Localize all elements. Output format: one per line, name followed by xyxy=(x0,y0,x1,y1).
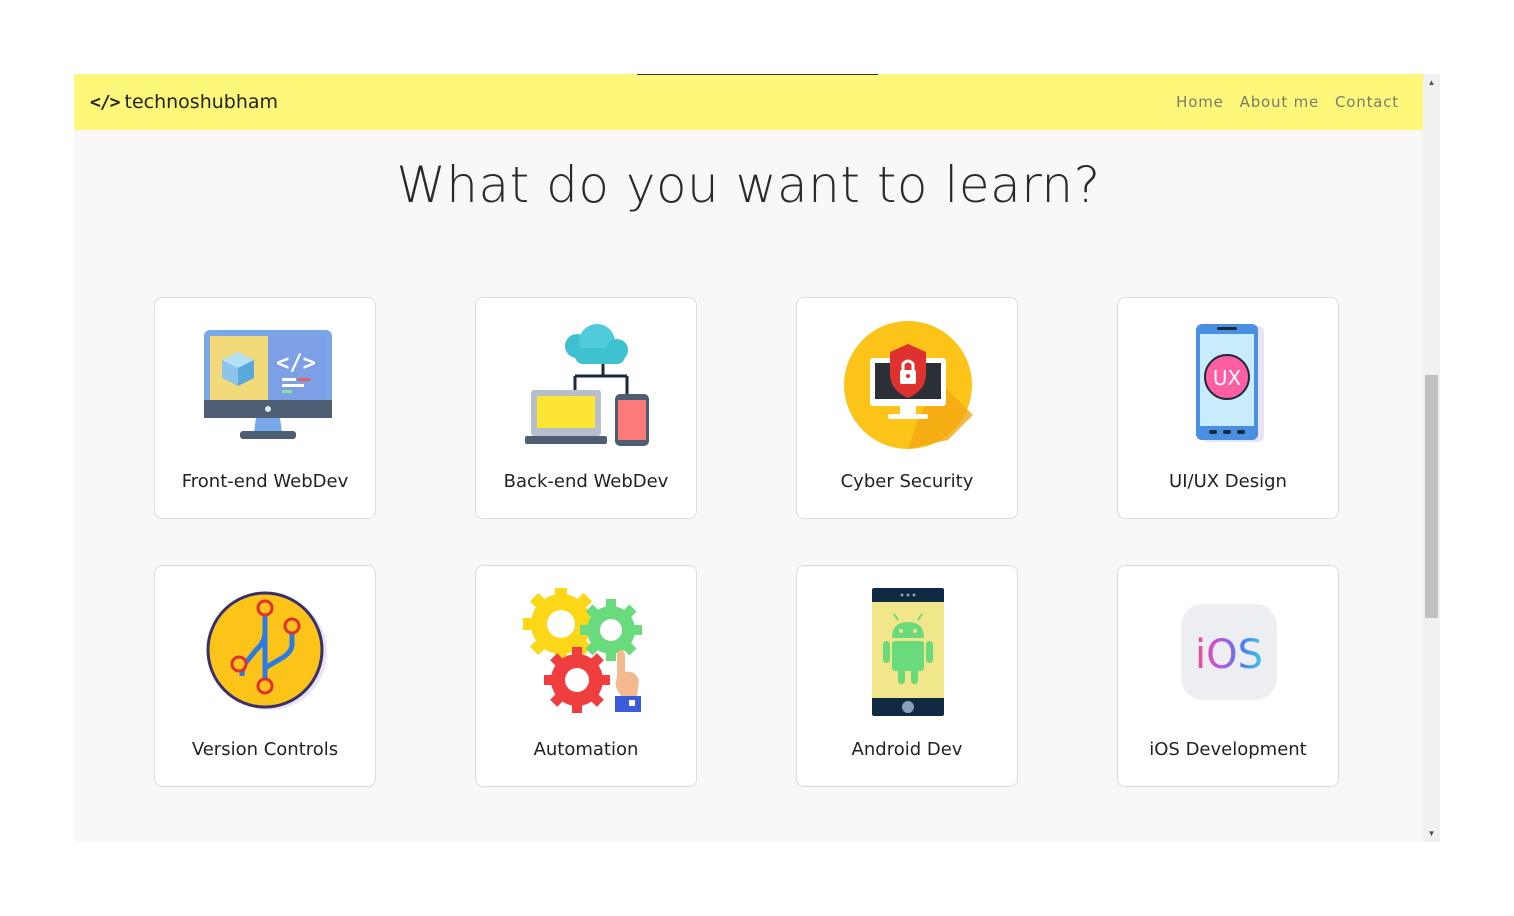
monitor-code-icon: </> xyxy=(204,330,332,439)
ios-icon: iOS xyxy=(1181,604,1277,700)
card-back-end-webdev[interactable]: Back-end WebDev xyxy=(475,297,697,519)
card-label: Android Dev xyxy=(851,739,963,760)
gears-icon xyxy=(523,588,642,713)
navbar: </> technoshubham Home About me Contact xyxy=(74,74,1423,130)
security-lock-icon xyxy=(844,321,973,449)
nav-about-me[interactable]: About me xyxy=(1240,93,1319,111)
git-branch-icon xyxy=(206,591,327,710)
cloud-devices-icon xyxy=(525,324,649,446)
card-cyber-security[interactable]: Cyber Security xyxy=(796,297,1018,519)
nav-home[interactable]: Home xyxy=(1176,93,1224,111)
code-icon: </> xyxy=(90,91,120,113)
page-heading: What do you want to learn? xyxy=(396,156,1101,214)
ios-icon-text: iOS xyxy=(1195,632,1263,678)
phone-ux-icon: UX xyxy=(1196,324,1264,442)
card-android-dev[interactable]: Android Dev xyxy=(796,565,1018,787)
nav-contact[interactable]: Contact xyxy=(1335,93,1399,111)
card-automation[interactable]: Automation xyxy=(475,565,697,787)
brand-link[interactable]: </> technoshubham xyxy=(90,91,278,113)
brand-name: technoshubham xyxy=(124,91,279,113)
card-label: iOS Development xyxy=(1149,739,1307,760)
card-ios-development[interactable]: iOS iOS Development xyxy=(1117,565,1339,787)
card-label: UI/UX Design xyxy=(1169,471,1287,492)
card-label: Automation xyxy=(533,739,639,760)
card-label: Cyber Security xyxy=(840,471,974,492)
card-front-end-webdev[interactable]: </> Front-end WebDev xyxy=(154,297,376,519)
svg-text:UX: UX xyxy=(1213,366,1242,390)
scroll-up-arrow-icon[interactable]: ▲ xyxy=(1423,74,1440,91)
top-divider xyxy=(637,74,878,75)
scroll-thumb[interactable] xyxy=(1425,375,1438,618)
card-label: Front-end WebDev xyxy=(181,471,349,492)
card-version-controls[interactable]: Version Controls xyxy=(154,565,376,787)
card-ui-ux-design[interactable]: UX UI/UX Design xyxy=(1117,297,1339,519)
nav-links: Home About me Contact xyxy=(1160,93,1399,111)
android-phone-icon xyxy=(872,588,944,716)
vertical-scrollbar[interactable]: ▲ ▼ xyxy=(1423,74,1440,842)
card-label: Back-end WebDev xyxy=(503,471,669,492)
card-label: Version Controls xyxy=(191,739,339,760)
svg-text:</>: </> xyxy=(276,351,316,376)
browser-viewport: </> technoshubham Home About me Contact … xyxy=(74,74,1440,842)
scroll-down-arrow-icon[interactable]: ▼ xyxy=(1423,825,1440,842)
